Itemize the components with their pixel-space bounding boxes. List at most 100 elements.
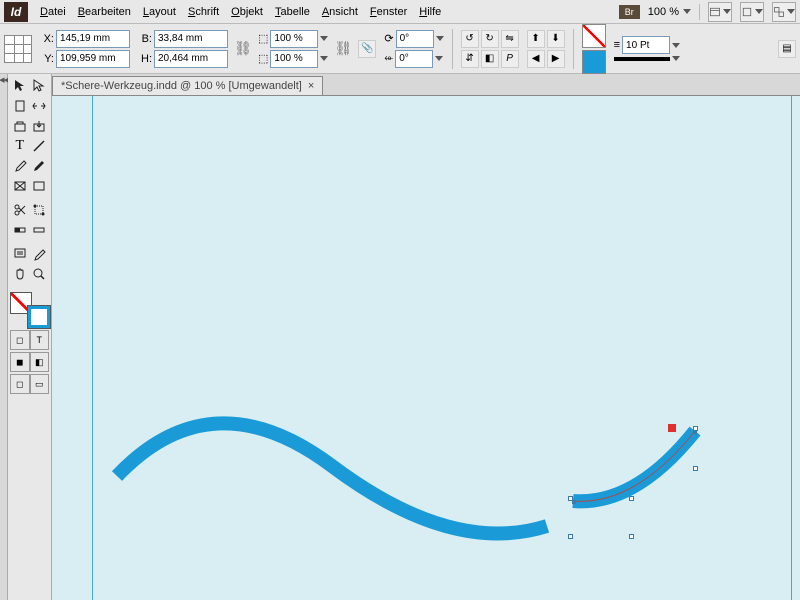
link-icon[interactable]: ⛓ (236, 31, 250, 67)
zoom-display[interactable]: 100 % (648, 6, 691, 18)
link-scale-icon[interactable]: ⛓ (336, 31, 350, 67)
control-bar: X: Y: B: H: ⛓ ⬚ ⬚ ⛓ 📎 ⟳ (0, 24, 800, 74)
close-icon[interactable]: × (308, 80, 314, 92)
chevron-down-icon[interactable] (435, 56, 443, 61)
guide-right[interactable] (791, 96, 792, 600)
anchor-point[interactable] (572, 500, 576, 504)
select-parent-icon[interactable]: ⬆ (527, 30, 545, 48)
selection-handle[interactable] (629, 534, 634, 539)
rotate-ccw-icon[interactable]: ↺ (461, 30, 479, 48)
anchor-point[interactable] (693, 430, 697, 434)
chevron-down-icon[interactable] (320, 36, 328, 41)
selection-handle[interactable] (568, 534, 573, 539)
menu-tabelle[interactable]: Tabelle (275, 6, 310, 18)
scale-x-icon: ⬚ (258, 32, 268, 45)
zoom-tool[interactable] (30, 264, 50, 284)
selection-tool[interactable] (10, 76, 30, 96)
path-text-icon[interactable]: P (501, 50, 519, 68)
next-object-icon[interactable]: ▶ (547, 50, 565, 68)
stroke-weight-icon: ≡ (614, 39, 620, 51)
rotate-icon: ⟳ (384, 32, 393, 45)
tab-bar: *Schere-Werkzeug.indd @ 100 % [Umgewande… (52, 74, 800, 96)
panel-menu-icon[interactable]: ▤ (778, 40, 796, 58)
height-input[interactable] (154, 50, 228, 68)
chevron-down-icon[interactable] (672, 56, 680, 61)
selection-handle[interactable] (629, 496, 634, 501)
scale-x-input[interactable] (270, 30, 318, 48)
eyedropper-tool[interactable] (30, 244, 50, 264)
pen-tool[interactable] (10, 156, 30, 176)
scissors-tool[interactable] (10, 200, 30, 220)
menu-ansicht[interactable]: Ansicht (322, 6, 358, 18)
canvas[interactable] (52, 96, 800, 600)
apply-color-button[interactable]: ◼ (10, 352, 30, 372)
stroke-weight-input[interactable] (622, 36, 670, 54)
app-icon: Id (4, 2, 28, 22)
guide-left[interactable] (92, 96, 93, 600)
chevron-down-icon (683, 9, 691, 14)
apply-gradient-button[interactable]: ◧ (30, 352, 50, 372)
chevron-down-icon[interactable] (320, 56, 328, 61)
menu-hilfe[interactable]: Hilfe (419, 6, 441, 18)
menu-schrift[interactable]: Schrift (188, 6, 219, 18)
select-content-icon[interactable]: ⬇ (547, 30, 565, 48)
line-tool[interactable] (30, 136, 50, 156)
document-tab[interactable]: *Schere-Werkzeug.indd @ 100 % [Umgewande… (52, 76, 323, 95)
panel-collapse-strip[interactable]: ◀◀ (0, 74, 8, 600)
width-input[interactable] (154, 30, 228, 48)
menubar: Id Datei Bearbeiten Layout Schrift Objek… (0, 0, 800, 24)
stroke-swatch[interactable] (582, 50, 606, 74)
clip-icon[interactable]: 📎 (358, 40, 376, 58)
y-input[interactable] (56, 50, 130, 68)
reference-point-grid[interactable] (4, 35, 32, 63)
shear-input[interactable] (395, 50, 433, 68)
transform-icon[interactable]: ◧ (481, 50, 499, 68)
content-placer-tool[interactable] (30, 116, 50, 136)
curve-path-1[interactable] (112, 396, 552, 556)
chevron-down-icon[interactable] (436, 36, 444, 41)
menu-datei[interactable]: Datei (40, 6, 66, 18)
stroke-color-icon[interactable] (28, 306, 50, 328)
screen-mode-button[interactable] (740, 2, 764, 22)
bridge-badge[interactable]: Br (619, 5, 640, 19)
curve-path-2-selected[interactable] (565, 416, 705, 511)
rectangle-tool[interactable] (30, 176, 50, 196)
page-tool[interactable] (10, 96, 30, 116)
direct-selection-tool[interactable] (30, 76, 50, 96)
menu-layout[interactable]: Layout (143, 6, 176, 18)
free-transform-tool[interactable] (30, 200, 50, 220)
flip-h-icon[interactable]: ⇋ (501, 30, 519, 48)
preview-button[interactable]: ▭ (30, 374, 50, 394)
menu-objekt[interactable]: Objekt (231, 6, 263, 18)
format-text-button[interactable]: T (30, 330, 50, 350)
flip-v-icon[interactable]: ⇵ (461, 50, 479, 68)
x-input[interactable] (56, 30, 130, 48)
type-tool[interactable]: T (10, 136, 30, 156)
w-label: B: (138, 33, 152, 45)
gradient-swatch-tool[interactable] (30, 220, 50, 240)
view-options-button[interactable] (708, 2, 732, 22)
arrange-button[interactable] (772, 2, 796, 22)
hand-tool[interactable] (10, 264, 30, 284)
prev-object-icon[interactable]: ◀ (527, 50, 545, 68)
fill-swatch[interactable] (582, 24, 606, 48)
zoom-value: 100 % (648, 6, 679, 18)
normal-view-button[interactable]: ◻ (10, 374, 30, 394)
x-label: X: (40, 33, 54, 45)
gradient-feather-tool[interactable] (10, 220, 30, 240)
rotate-cw-icon[interactable]: ↻ (481, 30, 499, 48)
stroke-style-preview[interactable] (614, 57, 670, 61)
pencil-tool[interactable] (30, 156, 50, 176)
selection-handle[interactable] (693, 466, 698, 471)
format-container-button[interactable]: ◻ (10, 330, 30, 350)
scale-y-input[interactable] (270, 50, 318, 68)
gap-tool[interactable] (30, 96, 50, 116)
note-tool[interactable] (10, 244, 30, 264)
content-collector-tool[interactable] (10, 116, 30, 136)
chevron-down-icon[interactable] (672, 43, 680, 48)
fill-stroke-swatches[interactable] (10, 292, 50, 328)
menu-bearbeiten[interactable]: Bearbeiten (78, 6, 131, 18)
rotate-input[interactable] (396, 30, 434, 48)
menu-fenster[interactable]: Fenster (370, 6, 407, 18)
rectangle-frame-tool[interactable] (10, 176, 30, 196)
